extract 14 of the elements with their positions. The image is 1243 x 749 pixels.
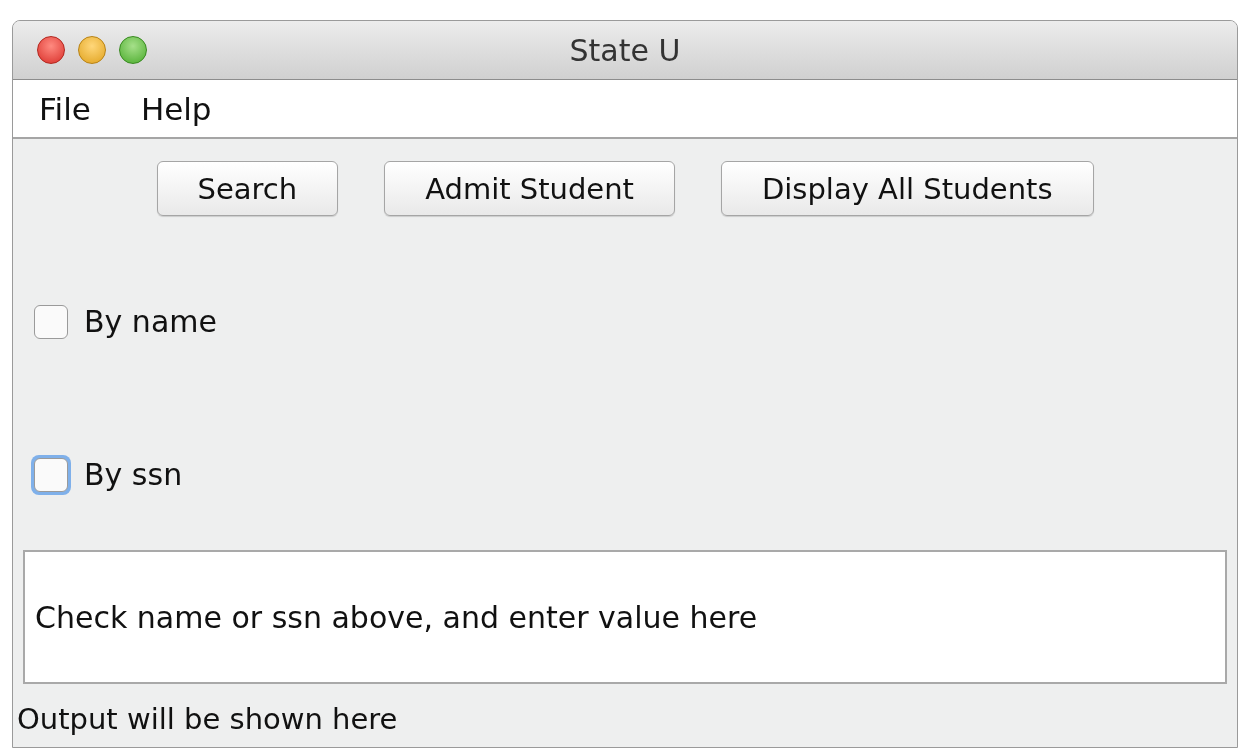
minimize-button[interactable] xyxy=(78,36,106,64)
checkbox-label: By name xyxy=(84,304,217,339)
zoom-button[interactable] xyxy=(119,36,147,64)
checkbox-label: By ssn xyxy=(84,457,183,492)
menu-item[interactable]: File xyxy=(39,90,91,127)
push-button[interactable]: Display All Students xyxy=(720,161,1094,216)
input-field[interactable]: Check name or ssn above, and enter value here xyxy=(23,550,1227,684)
window-title: State U xyxy=(569,32,681,68)
menu-item[interactable]: Help xyxy=(140,90,212,127)
push-button[interactable]: Search xyxy=(156,161,339,216)
output-text: Output will be shown here xyxy=(16,702,399,736)
checkbox[interactable] xyxy=(34,304,68,339)
push-button[interactable]: Admit Student xyxy=(384,161,675,216)
close-button[interactable] xyxy=(37,36,65,64)
